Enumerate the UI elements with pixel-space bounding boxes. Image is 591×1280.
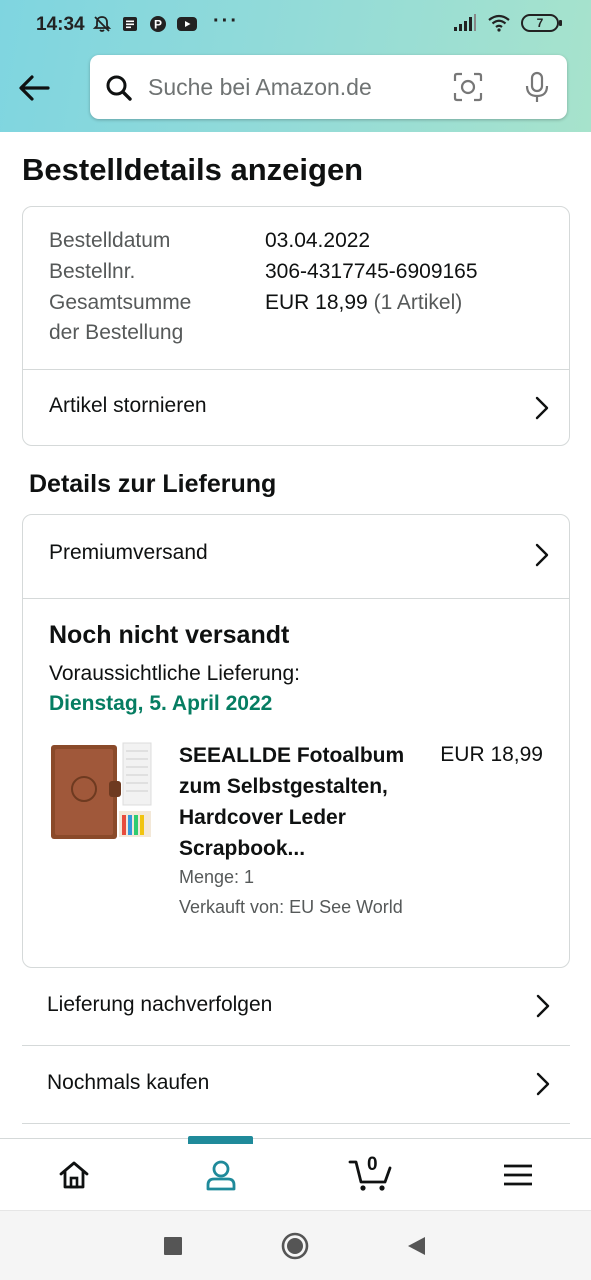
system-navigation-bar — [0, 1210, 591, 1280]
notification-icons: P — [92, 14, 198, 34]
chevron-right-icon — [535, 396, 549, 420]
nav-home[interactable] — [0, 1139, 147, 1211]
product-seller: Verkauft von: EU See World — [179, 897, 403, 917]
order-number-value: 306-4317745-6909165 — [265, 260, 478, 283]
cancel-items-link[interactable]: Artikel stornieren — [23, 370, 569, 447]
track-delivery-label: Lieferung nachverfolgen — [47, 993, 273, 1016]
cancel-items-label: Artikel stornieren — [49, 394, 207, 417]
order-total-label-2: der Bestellung — [49, 321, 184, 344]
nav-menu[interactable] — [444, 1139, 591, 1211]
account-icon — [206, 1160, 235, 1191]
nav-active-indicator — [188, 1136, 253, 1144]
chevron-right-icon — [536, 1072, 550, 1096]
track-delivery-row[interactable]: Lieferung nachverfolgen — [22, 968, 570, 1046]
chevron-right-icon — [535, 543, 549, 567]
status-right-icons: 7 — [453, 14, 562, 32]
nav-account[interactable] — [147, 1139, 294, 1211]
home-icon — [59, 1161, 88, 1189]
svg-text:P: P — [154, 18, 162, 32]
bottom-navigation — [0, 1138, 591, 1210]
message-icon — [123, 17, 137, 31]
status-more-dots: ··· — [213, 10, 239, 32]
shipment-status: Noch nicht versandt — [49, 621, 290, 649]
battery-icon: 7 — [521, 14, 562, 32]
search-icon — [106, 75, 132, 101]
expected-delivery-date: Dienstag, 5. April 2022 — [49, 692, 273, 715]
app-header: 14:34 P ··· 7 Suche bei Amazon.de — [0, 0, 591, 132]
arrow-left-icon — [19, 75, 50, 101]
order-item-count: (1 Artikel) — [373, 291, 463, 314]
youtube-icon — [177, 17, 197, 31]
recent-apps-icon[interactable] — [163, 1236, 183, 1256]
order-summary-card: Bestelldatum 03.04.2022 Bestellnr. 306-4… — [22, 206, 570, 446]
order-date-value: 03.04.2022 — [265, 229, 371, 252]
product-image[interactable] — [49, 741, 155, 845]
buy-again-label: Nochmals kaufen — [47, 1071, 210, 1094]
order-total-amount: EUR 18,99 — [265, 291, 368, 314]
cart-count-badge: 0 — [367, 1154, 378, 1175]
home-system-icon[interactable] — [281, 1232, 309, 1260]
order-total-label-1: Gesamtsumme — [49, 291, 192, 314]
microphone-icon[interactable] — [522, 71, 552, 105]
product-title[interactable]: SEEALLDE Fotoalbum zum Selbstgestalten, … — [179, 740, 419, 864]
delivery-card: Premiumversand Noch nicht versandt Vorau… — [22, 514, 570, 968]
battery-level: 7 — [536, 16, 544, 30]
search-bar[interactable]: Suche bei Amazon.de — [90, 55, 567, 119]
status-time: 14:34 — [36, 14, 85, 35]
order-date-label: Bestelldatum — [49, 229, 171, 252]
product-price: EUR 18,99 — [440, 743, 543, 766]
delivery-section-title: Details zur Lieferung — [29, 470, 277, 498]
divider — [23, 598, 569, 599]
pinterest-icon: P — [150, 16, 166, 32]
shipping-method-label: Premiumversand — [49, 541, 208, 564]
mute-bell-icon — [92, 16, 112, 32]
chevron-right-icon — [536, 994, 550, 1018]
signal-icon — [454, 14, 476, 31]
back-system-icon[interactable] — [405, 1235, 427, 1257]
product-quantity: Menge: 1 — [179, 867, 255, 887]
camera-scan-icon[interactable] — [452, 71, 484, 103]
shipping-method-link[interactable]: Premiumversand — [23, 517, 569, 594]
search-input[interactable]: Suche bei Amazon.de — [148, 74, 372, 101]
back-button[interactable] — [14, 68, 54, 108]
buy-again-row[interactable]: Nochmals kaufen — [22, 1046, 570, 1124]
order-total-value: EUR 18,99 (1 Artikel) — [265, 291, 462, 315]
expected-delivery-label: Voraussichtliche Lieferung: — [49, 662, 300, 685]
wifi-icon — [488, 14, 510, 32]
status-bar: 14:34 P ··· 7 — [0, 0, 591, 52]
menu-icon — [503, 1164, 532, 1186]
order-number-label: Bestellnr. — [49, 260, 136, 283]
page-title: Bestelldetails anzeigen — [22, 152, 364, 187]
